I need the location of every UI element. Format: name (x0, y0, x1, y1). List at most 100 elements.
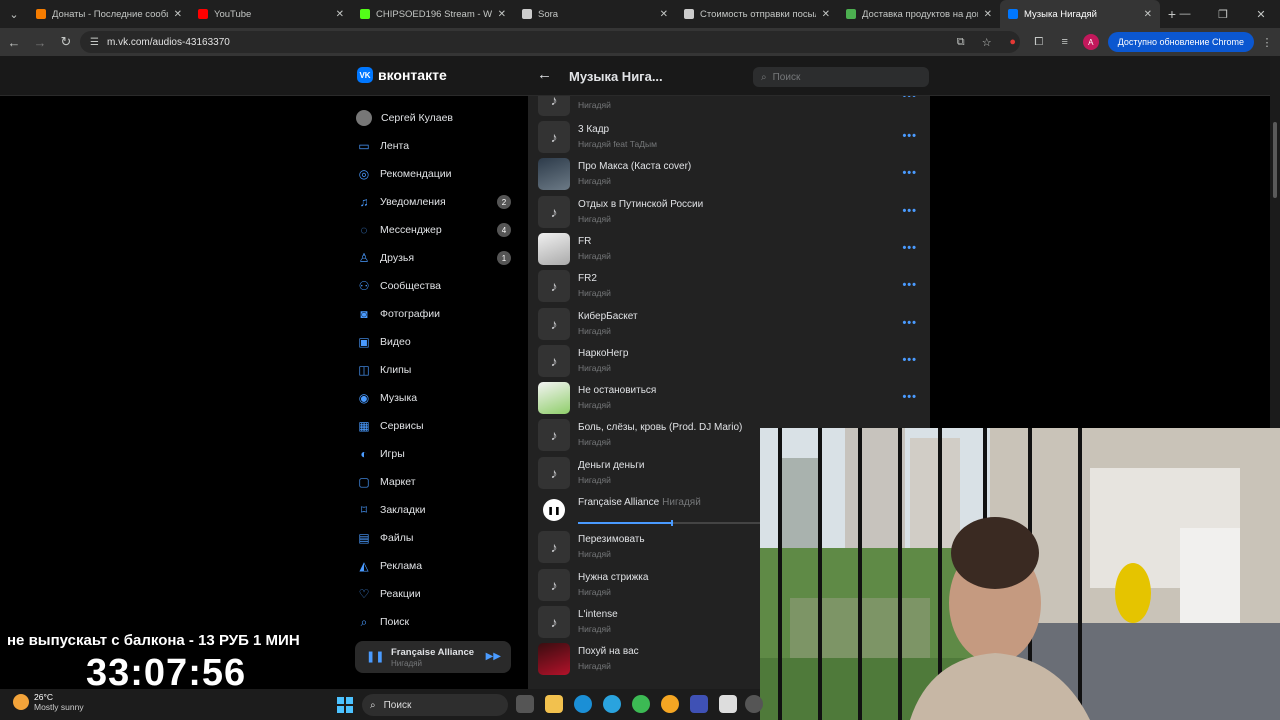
album-cover[interactable] (538, 382, 570, 415)
music-note-icon[interactable]: ♪ (538, 568, 570, 601)
browser-tab[interactable]: YouTube ✕ (190, 0, 352, 28)
track-pause-button[interactable]: ❚❚ (538, 494, 570, 526)
more-options-icon[interactable]: ••• (902, 167, 917, 179)
tab-close-icon[interactable]: ✕ (498, 9, 506, 20)
sidebar-item[interactable]: ◭ Реклама (355, 552, 515, 580)
app-icon-gray[interactable] (745, 695, 763, 713)
next-track-icon[interactable]: ▶▶ (486, 651, 501, 662)
browser-tab[interactable]: Стоимость отправки посылки ✕ (676, 0, 838, 28)
track-row[interactable]: ♪ НаркоНегр Нигадяй ••• (528, 343, 930, 380)
extensions-icon[interactable]: ⧠ (1028, 31, 1050, 53)
app-icon-chart[interactable] (690, 695, 708, 713)
menu-kebab-icon[interactable]: ⋮ (1256, 31, 1278, 53)
weather-widget[interactable]: 26°C Mostly sunny (13, 692, 84, 712)
tab-close-icon[interactable]: ✕ (984, 9, 992, 20)
sidebar-item[interactable]: ▢ Маркет (355, 468, 515, 496)
scrollbar-thumb[interactable] (1273, 122, 1277, 198)
pause-icon[interactable]: ❚❚ (543, 499, 565, 521)
back-icon[interactable]: ← (2, 30, 26, 54)
sidebar-item[interactable]: ◫ Клипы (355, 356, 515, 384)
pause-icon[interactable]: ❚❚ (366, 650, 384, 663)
file-explorer-icon[interactable] (545, 695, 563, 713)
music-note-icon[interactable]: ♪ (538, 531, 570, 564)
sidebar-item[interactable]: ◉ Музыка (355, 384, 515, 412)
bookmark-star-icon[interactable]: ☆ (976, 31, 998, 53)
sidebar-item[interactable]: ⌑ Закладки (355, 496, 515, 524)
more-options-icon[interactable]: ••• (902, 317, 917, 329)
task-view-icon[interactable] (516, 695, 534, 713)
close-window-icon[interactable]: ✕ (1242, 0, 1280, 28)
more-options-icon[interactable]: ••• (902, 130, 917, 142)
minimize-icon[interactable]: — (1166, 0, 1204, 28)
album-cover[interactable] (538, 158, 570, 191)
music-note-icon[interactable]: ♪ (538, 195, 570, 228)
sidebar-item[interactable]: ▭ Лента (355, 132, 515, 160)
browser-tab[interactable]: Sora ✕ (514, 0, 676, 28)
tab-search-icon[interactable]: ⌄ (0, 0, 28, 28)
vk-logo[interactable]: VK вконтакте (357, 67, 447, 83)
address-bar[interactable]: ☰ m.vk.com/audios-43163370 (80, 31, 1020, 53)
track-row[interactable]: Про Макса (Каста cover) Нигадяй ••• (528, 156, 930, 193)
music-note-icon[interactable]: ♪ (538, 270, 570, 303)
tab-close-icon[interactable]: ✕ (1144, 9, 1152, 20)
track-row[interactable]: Не остановиться Нигадяй ••• (528, 380, 930, 417)
music-note-icon[interactable]: ♪ (538, 344, 570, 377)
sidebar-item[interactable]: ◌ Мессенджер 4 (355, 216, 515, 244)
music-note-icon[interactable]: ♪ (538, 419, 570, 452)
music-note-icon[interactable]: ♪ (538, 456, 570, 489)
maximize-icon[interactable]: ❐ (1204, 0, 1242, 28)
chrome-update-button[interactable]: Доступно обновление Chrome (1107, 32, 1254, 52)
music-note-icon[interactable]: ♪ (538, 307, 570, 340)
app-icon-orange[interactable] (661, 695, 679, 713)
progress-knob[interactable] (670, 520, 673, 526)
cast-icon[interactable]: ⧉ (950, 31, 972, 53)
edge-icon[interactable] (574, 695, 592, 713)
media-control-icon[interactable]: ≡ (1054, 31, 1076, 53)
browser-tab[interactable]: Донаты - Последние сообщен ✕ (28, 0, 190, 28)
sidebar-item[interactable]: ▤ Файлы (355, 524, 515, 552)
app-icon-white[interactable] (719, 695, 737, 713)
music-note-icon[interactable]: ♪ (538, 121, 570, 153)
album-cover[interactable] (538, 643, 570, 676)
album-cover[interactable] (538, 232, 570, 265)
sidebar-item[interactable]: ▦ Сервисы (355, 412, 515, 440)
browser-tab[interactable]: Доставка продуктов на дом, д ✕ (838, 0, 1000, 28)
taskbar-search[interactable]: ⌕ Поиск (362, 694, 508, 716)
sidebar-item[interactable]: ♙ Друзья 1 (355, 244, 515, 272)
tab-close-icon[interactable]: ✕ (174, 9, 182, 20)
forward-icon[interactable]: → (28, 30, 52, 54)
chrome-icon[interactable] (632, 695, 650, 713)
telegram-icon[interactable] (603, 695, 621, 713)
sidebar-item[interactable]: ♫ Уведомления 2 (355, 188, 515, 216)
track-row[interactable]: ♪ Отдых в Путинской России Нигадяй ••• (528, 194, 930, 231)
track-row[interactable]: FR Нигадяй ••• (528, 231, 930, 268)
more-options-icon[interactable]: ••• (902, 242, 917, 254)
track-row-partial[interactable]: ♪ Нигадяй ••• (528, 96, 930, 119)
tab-close-icon[interactable]: ✕ (822, 9, 830, 20)
sidebar-item[interactable]: ⌕ Поиск (355, 608, 515, 636)
sidebar-item[interactable]: ◙ Фотографии (355, 300, 515, 328)
profile-avatar[interactable]: A (1080, 31, 1102, 53)
tab-close-icon[interactable]: ✕ (336, 9, 344, 20)
mini-player[interactable]: ❚❚ Française Alliance Нигадяй ▶▶ (355, 641, 511, 673)
sidebar-item[interactable]: ▣ Видео (355, 328, 515, 356)
tab-close-icon[interactable]: ✕ (660, 9, 668, 20)
more-options-icon[interactable]: ••• (902, 96, 917, 102)
search-input[interactable]: ⌕ Поиск (753, 67, 929, 87)
track-row[interactable]: ♪ FR2 Нигадяй ••• (528, 268, 930, 305)
sidebar-item[interactable]: ♡ Реакции (355, 580, 515, 608)
sidebar-item[interactable]: Сергей Кулаев (355, 104, 515, 132)
reload-icon[interactable]: ↻ (54, 30, 78, 54)
sidebar-item[interactable]: ◐ Игры (355, 440, 515, 468)
sidebar-item[interactable]: ⚇ Сообщества (355, 272, 515, 300)
browser-tab[interactable]: Музыка Нигадяй ✕ (1000, 0, 1160, 28)
extension-red-icon[interactable]: ● (1002, 31, 1024, 53)
more-options-icon[interactable]: ••• (902, 391, 917, 403)
browser-tab[interactable]: CHIPSOED196 Stream - Watch ✕ (352, 0, 514, 28)
windows-start-icon[interactable] (337, 697, 353, 713)
sidebar-item[interactable]: ◎ Рекомендации (355, 160, 515, 188)
more-options-icon[interactable]: ••• (902, 354, 917, 366)
track-row[interactable]: ♪ КиберБаскет Нигадяй ••• (528, 306, 930, 343)
more-options-icon[interactable]: ••• (902, 205, 917, 217)
more-options-icon[interactable]: ••• (902, 279, 917, 291)
